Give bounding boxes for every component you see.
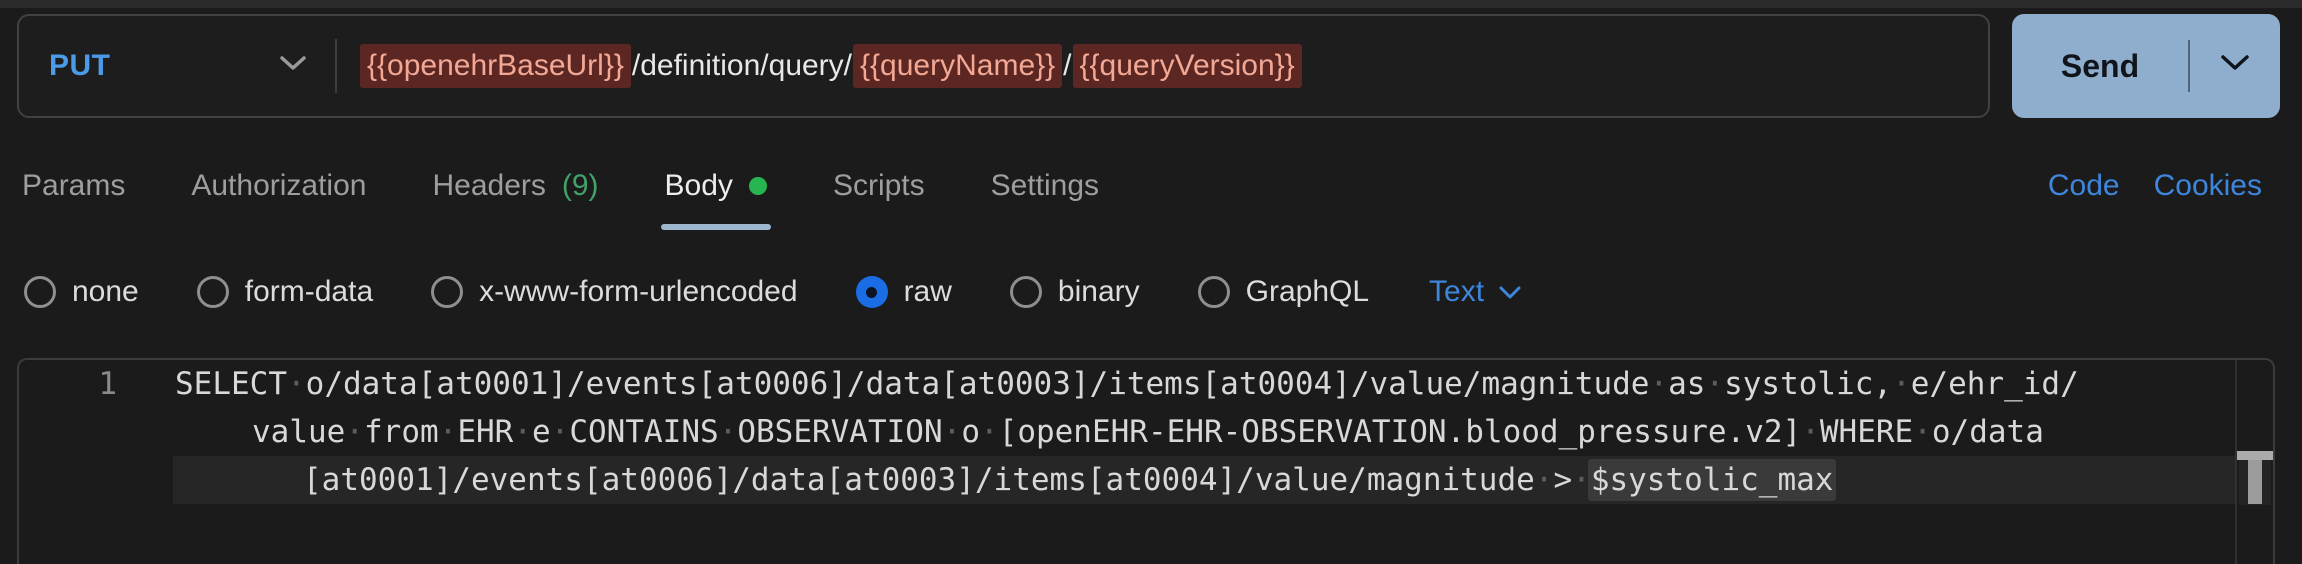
radio-button-icon: [24, 276, 56, 308]
scrollbar-thumb[interactable]: [2248, 460, 2262, 504]
tab-headers[interactable]: Headers (9): [432, 130, 598, 242]
radio-x-www-form-urlencoded[interactable]: x-www-form-urlencoded: [431, 275, 798, 309]
send-button-group: Send: [2012, 14, 2280, 118]
radio-raw[interactable]: raw: [855, 275, 952, 309]
radio-button-selected-icon: [855, 276, 888, 308]
scrollbar-track-divider: [2235, 360, 2237, 564]
body-type-options: none form-data x-www-form-urlencoded raw…: [24, 250, 1522, 334]
send-button[interactable]: Send: [2012, 14, 2188, 118]
raw-format-selector[interactable]: Text: [1429, 275, 1522, 309]
radio-binary[interactable]: binary: [1009, 275, 1140, 309]
code-line: 1 SELECT·o/data[at0001]/events[at0006]/d…: [19, 360, 2273, 408]
body-modified-dot: [748, 177, 767, 195]
tab-body[interactable]: Body: [660, 130, 771, 242]
line-number: 1: [98, 366, 117, 402]
body-code-editor[interactable]: 1 SELECT·o/data[at0001]/events[at0006]/d…: [17, 358, 2275, 564]
radio-button-icon: [1197, 276, 1230, 308]
overview-cursor-marker: [2237, 451, 2273, 460]
url-variable: {{openehrBaseUrl}}: [360, 44, 631, 88]
url-variable: {{queryName}}: [853, 44, 1063, 88]
send-label: Send: [2060, 47, 2140, 84]
radio-button-icon: [431, 276, 464, 308]
request-tabs: Params Authorization Headers (9) Body Scr…: [22, 130, 1099, 242]
tab-scripts[interactable]: Scripts: [833, 130, 925, 242]
chevron-down-icon: [279, 55, 307, 78]
code-link[interactable]: Code: [2048, 169, 2120, 203]
headers-count-badge: (9): [561, 169, 599, 202]
radio-button-icon: [1009, 276, 1042, 308]
cookies-link[interactable]: Cookies: [2154, 169, 2262, 203]
code-line-current: [at0001]/events[at0006]/data[at0003]/ite…: [19, 456, 2273, 504]
url-path-segment: /definition/query/: [631, 49, 853, 82]
request-bar: PUT {{openehrBaseUrl}}/definition/query/…: [17, 14, 1990, 118]
method-label: PUT: [49, 49, 111, 82]
code-line: value·from·EHR·e·CONTAINS·OBSERVATION·o·…: [252, 414, 2044, 450]
chevron-down-icon: [1498, 275, 1522, 309]
code-lines: 1 SELECT·o/data[at0001]/events[at0006]/d…: [19, 360, 2273, 504]
send-options-button[interactable]: [2190, 14, 2280, 118]
request-builder-panel: PUT {{openehrBaseUrl}}/definition/query/…: [0, 0, 2302, 564]
method-selector[interactable]: PUT: [19, 16, 335, 116]
active-tab-underline: [660, 224, 771, 230]
radio-form-data[interactable]: form-data: [196, 275, 373, 309]
chevron-down-icon: [2220, 54, 2250, 78]
tab-authorization[interactable]: Authorization: [191, 130, 366, 242]
top-edge-strip: [0, 0, 2302, 8]
highlighted-token: $systolic_max: [1590, 462, 1834, 498]
url-path-segment: /: [1063, 49, 1072, 82]
tab-settings[interactable]: Settings: [991, 130, 1099, 242]
radio-none[interactable]: none: [24, 275, 139, 309]
url-variable: {{queryVersion}}: [1072, 44, 1302, 88]
url-input[interactable]: {{openehrBaseUrl}}/definition/query/{{qu…: [337, 44, 1988, 88]
radio-graphql[interactable]: GraphQL: [1197, 275, 1369, 309]
tab-params[interactable]: Params: [22, 130, 125, 242]
request-links: Code Cookies: [2048, 130, 2262, 242]
radio-button-icon: [196, 276, 229, 308]
